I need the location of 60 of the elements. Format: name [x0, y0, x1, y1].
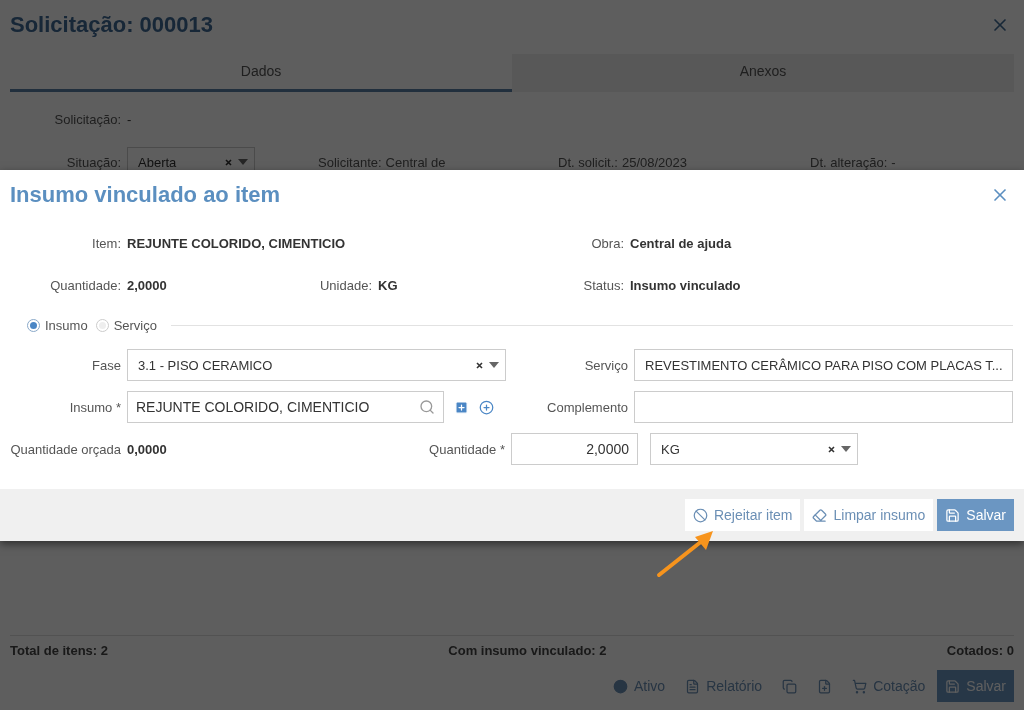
field-label: Quantidade: [49, 277, 122, 293]
field-value: Central de [385, 154, 446, 170]
field-value: - [891, 154, 896, 170]
save-icon [945, 678, 961, 694]
dialog-button[interactable]: Rejeitar item [684, 499, 801, 531]
field-label: Situação: [65, 154, 122, 170]
clear-icon[interactable] [476, 361, 483, 369]
summary-text: Total de itens: 2 [10, 643, 108, 658]
dialog-title: Insumo vinculado ao item [10, 182, 281, 208]
input-field[interactable] [634, 391, 1013, 423]
field-label: Insumo * [68, 399, 122, 415]
radio-option[interactable]: Serviço [95, 317, 157, 333]
field-label: Quantidade * [428, 441, 506, 457]
document-plus-icon [817, 678, 833, 694]
ban-icon [692, 507, 708, 523]
field-label: Dt. alteração: [810, 154, 888, 170]
save-icon [945, 507, 961, 523]
service-select[interactable]: REVESTIMENTO CERÂMICO PARA PISO COM PLACAS T... [634, 349, 1013, 381]
field-value: Central de ajuda [630, 235, 732, 251]
field-label: Item: [91, 235, 122, 251]
field-value: 25/08/2023 [621, 154, 688, 170]
dropdown-caret-icon [489, 362, 499, 368]
input-field[interactable]: REJUNTE COLORIDO, CIMENTICIO [127, 391, 444, 423]
dialog-button[interactable]: Salvar [937, 499, 1014, 531]
circle-plus-icon[interactable] [479, 399, 494, 415]
cart-icon [852, 678, 868, 694]
field-label: Solicitação: [53, 111, 122, 127]
field-value: 0,0000 [127, 441, 167, 457]
summary-text: Cotados: 0 [946, 643, 1014, 658]
tab[interactable]: Anexos [512, 54, 1014, 92]
add-icon[interactable] [454, 399, 469, 415]
field-label: Serviço [583, 357, 629, 373]
field-value: KG [378, 277, 398, 293]
field-value: - [127, 111, 132, 127]
summary-text: Com insumo vinculado: 2 [448, 643, 607, 658]
dropdown-caret-icon [841, 446, 851, 452]
field-label: Obra: [590, 235, 625, 251]
field-label: Solicitante: [318, 154, 382, 170]
phase-select[interactable]: 3.1 - PISO CERAMICO [127, 349, 506, 381]
field-label: Status: [582, 277, 625, 293]
field-label: Unidade: [318, 277, 373, 293]
radio-option[interactable]: Insumo [27, 317, 88, 333]
field-value: REJUNTE COLORIDO, CIMENTICIO [127, 235, 346, 251]
circle-icon [613, 678, 628, 694]
field-value: Insumo vinculado [630, 277, 741, 293]
page-title: Solicitação: 000013 [10, 12, 213, 38]
field-value: 2,0000 [127, 277, 167, 293]
eraser-icon [812, 507, 828, 523]
dialog-button[interactable]: Limpar insumo [804, 499, 934, 531]
field-label: Fase [91, 357, 122, 373]
field-label: Dt. solicit.: [558, 154, 618, 170]
clear-icon[interactable] [828, 445, 835, 453]
document-icon [685, 678, 701, 694]
search-icon[interactable] [419, 399, 435, 415]
field-label: Quantidade orçada [9, 441, 122, 457]
quantity-field[interactable]: 2,0000 [511, 433, 638, 465]
field-label: Complemento [546, 399, 629, 415]
copy-icon [782, 678, 798, 694]
dropdown-caret-icon [238, 159, 248, 165]
unit-select[interactable]: KG [650, 433, 858, 465]
